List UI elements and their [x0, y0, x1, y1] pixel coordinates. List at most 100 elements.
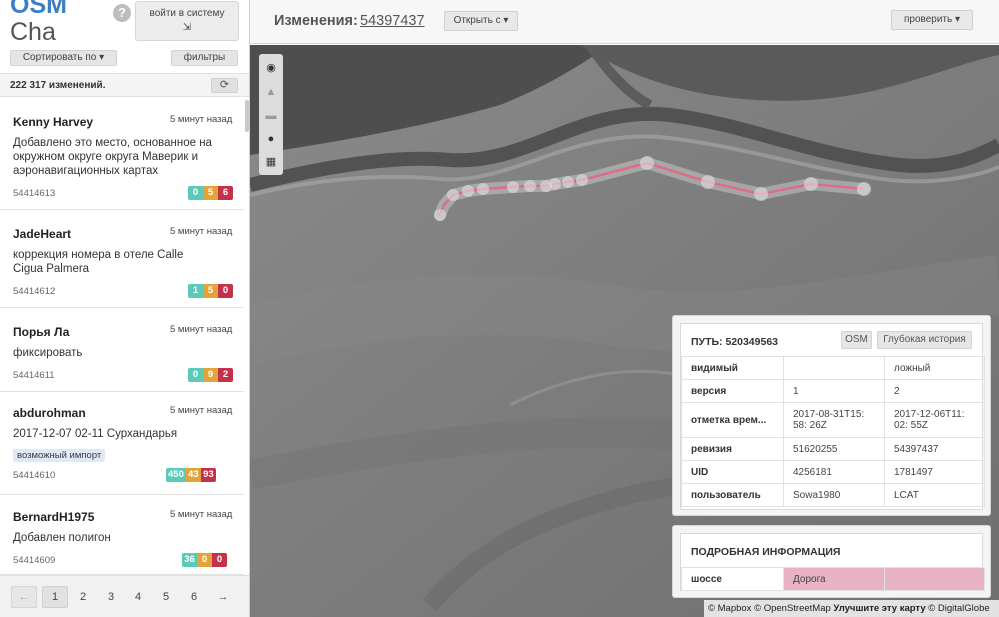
table-row: пользователь Sowa1980 LCAT: [681, 483, 985, 507]
sort-button-label: Сортировать по: [22, 52, 97, 63]
tag-key: UID: [681, 460, 784, 484]
tag-old-value: 51620255: [783, 437, 885, 461]
list-item[interactable]: Kenny Harvey 5 минут назад Добавлено это…: [0, 97, 244, 210]
attribution-imagery[interactable]: © DigitalGlobe: [928, 603, 989, 614]
header: Изменения: 54397437 Открыть с ▾ проверит…: [250, 0, 999, 44]
tag-old-value: Sowa1980: [783, 483, 885, 507]
changeset-user: Порья Ла: [13, 325, 70, 339]
change-counts: 36 0 0: [182, 553, 227, 567]
changeset-time: 5 минут назад: [170, 405, 233, 416]
tag-key: видимый: [681, 356, 784, 380]
changeset-id: 54414610: [13, 470, 56, 481]
details-panel: ПОДРОБНАЯ ИНФОРМАЦИЯ шоссе Дорога: [672, 525, 991, 598]
login-icon: ⇲: [182, 22, 192, 33]
tag-new-value: 2: [884, 379, 985, 403]
deleted-count: 0: [218, 284, 233, 298]
list-item[interactable]: abdurohman 5 минут назад 2017-12-07 02-1…: [0, 392, 244, 495]
improve-map-link[interactable]: Улучшите эту карту: [833, 603, 925, 614]
comment-icon[interactable]: ▬: [259, 104, 283, 128]
eye-icon[interactable]: ◉: [259, 56, 283, 80]
verify-button[interactable]: проверить ▾: [891, 10, 973, 30]
attribution-credits[interactable]: © Mapbox © OpenStreetMap: [708, 603, 831, 614]
prev-page-button[interactable]: ←: [11, 586, 37, 608]
table-row: ревизия 51620255 54397437: [681, 437, 985, 461]
open-with-label: Открыть с: [453, 15, 501, 26]
changeset-user: abdurohman: [13, 406, 86, 420]
table-row: шоссе Дорога: [681, 567, 985, 591]
deep-history-button[interactable]: Глубокая история: [877, 331, 972, 349]
added-count: 36: [182, 553, 197, 567]
help-icon[interactable]: ?: [113, 4, 131, 22]
changeset-user: BernardH1975: [13, 510, 95, 524]
page-4[interactable]: 4: [125, 586, 151, 608]
page-3[interactable]: 3: [98, 586, 124, 608]
chevron-down-icon: ▾: [955, 14, 961, 25]
changes-count-bar: 222 317 изменений. ⟳: [0, 73, 249, 97]
modified-count: 9: [203, 368, 218, 382]
verify-label: проверить: [903, 14, 953, 25]
map[interactable]: ◉ ▲ ▬ ● ▦ ПУТЬ: 520349563 OSM Глубокая и…: [250, 45, 999, 617]
tag-new-value: LCAT: [884, 483, 985, 507]
map-icon[interactable]: ▦: [259, 150, 283, 174]
brand-title: OSM: [10, 0, 67, 19]
tag-old-value: 2017-08-31T15: 58: 26Z: [783, 402, 885, 438]
list-item[interactable]: JadeHeart 5 минут назад коррекция номера…: [0, 210, 244, 308]
changeset-user: Kenny Harvey: [13, 115, 94, 129]
table-row: UID 4256181 1781497: [681, 460, 985, 484]
brand-subtitle: Cha: [10, 18, 56, 44]
sort-button[interactable]: Сортировать по ▾: [10, 50, 117, 66]
open-with-button[interactable]: Открыть с ▾: [444, 11, 518, 31]
way-panel: ПУТЬ: 520349563 OSM Глубокая история вид…: [672, 315, 991, 516]
map-attribution: © Mapbox © OpenStreetMap Улучшите эту ка…: [704, 600, 999, 617]
changes-count: 222 317 изменений.: [10, 80, 106, 91]
deleted-count: 6: [218, 186, 233, 200]
added-count: 1: [188, 284, 203, 298]
login-button[interactable]: войти в систему ⇲: [135, 1, 239, 41]
modified-count: 0: [197, 553, 212, 567]
changeset-time: 5 минут назад: [170, 509, 233, 520]
tag-key: пользователь: [681, 483, 784, 507]
list-scrollbar[interactable]: [245, 100, 249, 132]
changeset-list: Kenny Harvey 5 минут назад Добавлено это…: [0, 97, 249, 575]
tag-key: ревизия: [681, 437, 784, 461]
brand-logo[interactable]: OSM Cha: [10, 0, 110, 44]
user-icon[interactable]: ●: [259, 127, 283, 151]
login-button-label: войти в систему: [149, 8, 225, 19]
page-2[interactable]: 2: [70, 586, 96, 608]
table-row: видимый ложный: [681, 356, 985, 380]
osm-button[interactable]: OSM: [841, 331, 872, 349]
changeset-comment: фиксировать: [13, 347, 83, 359]
chevron-down-icon: ▾: [503, 15, 509, 26]
way-title: ПУТЬ: 520349563: [691, 336, 779, 348]
refresh-icon[interactable]: ⟳: [211, 78, 238, 93]
changeset-user: JadeHeart: [13, 227, 72, 241]
tag-old-value: Дорога: [783, 567, 885, 591]
list-item[interactable]: BernardH1975 5 минут назад Добавлен поли…: [0, 495, 244, 575]
changeset-id-link[interactable]: 54397437: [360, 13, 425, 29]
pagination: ← 1 2 3 4 5 6 →: [0, 575, 249, 617]
details-title: ПОДРОБНАЯ ИНФОРМАЦИЯ: [691, 546, 841, 558]
filters-button[interactable]: фильтры: [171, 50, 238, 66]
changeset-label: Изменения:: [274, 13, 358, 29]
page-1[interactable]: 1: [42, 586, 68, 608]
added-count: 0: [188, 368, 203, 382]
tag-key: отметка врем...: [681, 402, 784, 438]
tag-old-value: 1: [783, 379, 885, 403]
page-5[interactable]: 5: [153, 586, 179, 608]
tag-key: версия: [681, 379, 784, 403]
list-item[interactable]: Порья Ла 5 минут назад фиксировать 54414…: [0, 308, 244, 392]
change-counts: 0 5 6: [188, 186, 233, 200]
added-count: 0: [188, 186, 203, 200]
changeset-comment: 2017-12-07 02-11 Сурхандарья: [13, 428, 178, 440]
changeset-id: 54414609: [13, 555, 56, 566]
chevron-down-icon: ▾: [99, 52, 105, 63]
possible-import-badge: возможный импорт: [13, 449, 106, 462]
warning-icon[interactable]: ▲: [259, 80, 283, 104]
next-page-button[interactable]: →: [210, 586, 236, 608]
change-counts: 0 9 2: [188, 368, 233, 382]
tag-new-value: 1781497: [884, 460, 985, 484]
change-counts: 1 5 0: [188, 284, 233, 298]
added-count: 450: [166, 468, 186, 482]
modified-count: 43: [185, 468, 201, 482]
page-6[interactable]: 6: [181, 586, 207, 608]
